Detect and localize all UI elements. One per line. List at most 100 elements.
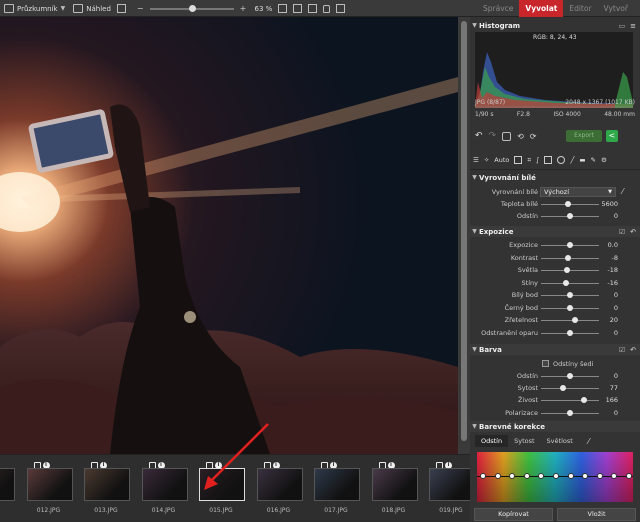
slider-knob[interactable] [567, 304, 573, 311]
reset-icon[interactable]: ↶ [630, 346, 636, 354]
auto-button[interactable]: Auto [494, 156, 509, 164]
slider-track[interactable] [541, 397, 599, 404]
zoom-out-icon[interactable]: − [137, 4, 144, 13]
slider-value[interactable]: -18 [598, 266, 618, 274]
gear-icon[interactable]: ⚙ [601, 156, 607, 164]
slider-knob[interactable] [562, 279, 569, 286]
eyedropper-icon[interactable]: ⁄ [588, 437, 589, 446]
color-correction-tab-1[interactable]: Sytost [508, 435, 540, 447]
slider-value[interactable]: 0 [598, 291, 618, 299]
wb-preset-dropdown[interactable]: Výchozí ▼ [540, 187, 616, 197]
slider-value[interactable]: 20 [598, 316, 618, 324]
filmstrip-thumb[interactable]: i 014.JPG [139, 458, 189, 514]
slider-knob[interactable] [567, 242, 573, 248]
hue-control-point[interactable] [567, 473, 574, 479]
browser-dropdown[interactable]: Průzkumník ▼ [0, 0, 69, 17]
hue-control-point[interactable] [480, 473, 486, 479]
slider-value[interactable]: 0 [598, 329, 618, 337]
slider-value[interactable]: 5600 [598, 200, 618, 208]
external-icon[interactable] [116, 4, 126, 13]
compare-icon[interactable] [336, 4, 346, 13]
viewer-scrollbar-thumb[interactable] [461, 21, 467, 441]
hue-control-point[interactable] [596, 473, 603, 479]
slider-track[interactable] [541, 242, 599, 248]
slider-knob[interactable] [580, 397, 587, 404]
slider-value[interactable]: 0.0 [598, 241, 618, 249]
color-correction-tab-0[interactable]: Odstín [475, 435, 509, 447]
white-balance-header[interactable]: ▼ Vyrovnání bílé [470, 172, 640, 183]
tab-1[interactable]: Vyvolat [519, 0, 564, 17]
zoom-slider-knob[interactable] [188, 4, 196, 12]
histogram-mode-icon[interactable]: ▭ [619, 22, 626, 30]
exposure-header[interactable]: ▼ Expozice ☑ ↶ [470, 226, 640, 237]
slider-knob[interactable] [564, 254, 571, 261]
tab-2[interactable]: Editor [563, 0, 597, 17]
gradient-icon[interactable]: ▬ [579, 156, 585, 164]
copy-button[interactable]: Kopírovat [474, 508, 553, 521]
brush-icon[interactable]: ╱ [570, 156, 574, 164]
paste-button[interactable]: Vložit [557, 508, 636, 521]
eyedropper-icon[interactable]: ⁄ [622, 187, 630, 196]
hue-control-point[interactable] [553, 473, 559, 479]
zoom-slider[interactable] [149, 4, 234, 12]
slider-knob[interactable] [567, 409, 573, 416]
enable-checkbox-icon[interactable]: ☑ [619, 228, 625, 236]
slider-track[interactable] [541, 267, 599, 273]
fit-icon[interactable] [278, 4, 288, 13]
text-icon[interactable] [544, 156, 553, 164]
preview-toggle[interactable]: Náhled [69, 0, 115, 17]
crop-icon[interactable]: ⌗ [527, 156, 531, 165]
share-button[interactable]: < [606, 130, 618, 142]
slider-track[interactable] [541, 385, 599, 392]
rotate-left-icon[interactable]: ⟲ [517, 132, 524, 141]
wand-icon[interactable]: ✧ [484, 156, 489, 164]
fullscreen-icon[interactable] [308, 4, 318, 13]
slider-knob[interactable] [563, 267, 570, 273]
camera-icon[interactable] [514, 156, 523, 164]
color-correction-header[interactable]: ▼ Barevné korekce [470, 421, 640, 432]
filmstrip-thumb[interactable]: i 018.JPG [369, 458, 419, 514]
undo-icon[interactable]: ↶ [475, 131, 483, 141]
slider-knob[interactable] [567, 373, 573, 379]
slider-track[interactable] [541, 317, 599, 323]
slider-value[interactable]: -16 [598, 279, 618, 287]
filmstrip-thumb[interactable]: i 019.JPG [426, 458, 476, 514]
filmstrip-thumb[interactable]: i 012.JPG [24, 458, 74, 514]
slider-knob[interactable] [564, 201, 571, 207]
slider-knob[interactable] [571, 317, 578, 323]
filmstrip-thumb[interactable]: i 016.JPG [254, 458, 304, 514]
slider-track[interactable] [541, 373, 599, 379]
slider-track[interactable] [541, 292, 599, 298]
grayscale-checkbox[interactable] [542, 360, 549, 367]
slider-value[interactable]: 77 [598, 384, 618, 392]
slider-value[interactable]: 166 [598, 396, 618, 404]
slider-value[interactable]: 0 [598, 372, 618, 380]
lock-icon[interactable] [323, 4, 331, 13]
filmstrip-thumb[interactable]: i 013.JPG [81, 458, 131, 514]
hue-control-point[interactable] [626, 473, 632, 479]
circle-icon[interactable] [557, 156, 566, 164]
curves-icon[interactable]: ∫ [536, 156, 539, 164]
slider-track[interactable] [541, 201, 599, 207]
color-correction-tab-2[interactable]: Světlost [541, 435, 579, 447]
slider-knob[interactable] [560, 385, 567, 392]
rotate-right-icon[interactable]: ⟳ [530, 132, 537, 141]
image-icon[interactable] [502, 131, 512, 141]
reset-icon[interactable]: ↶ [630, 228, 636, 236]
zoom-in-icon[interactable]: + [240, 4, 247, 13]
filmstrip-thumb[interactable]: i 015.JPG [196, 458, 246, 514]
export-button[interactable]: Export [566, 130, 602, 142]
viewer-scrollbar[interactable] [458, 17, 470, 454]
slider-value[interactable]: 0 [598, 409, 618, 417]
slider-knob[interactable] [567, 292, 573, 298]
histogram-header[interactable]: ▼ Histogram ▭ ≡ [470, 20, 640, 31]
pen-icon[interactable]: ✎ [591, 156, 596, 164]
list-icon[interactable]: ☰ [473, 156, 479, 164]
slider-track[interactable] [541, 279, 599, 286]
redo-icon[interactable]: ↷ [489, 131, 497, 141]
filmstrip-thumb[interactable]: i 017.JPG [311, 458, 361, 514]
slider-value[interactable]: 0 [598, 212, 618, 220]
slider-track[interactable] [541, 304, 599, 311]
slider-track[interactable] [541, 329, 599, 336]
filmstrip-thumb[interactable]: i [0, 458, 16, 514]
